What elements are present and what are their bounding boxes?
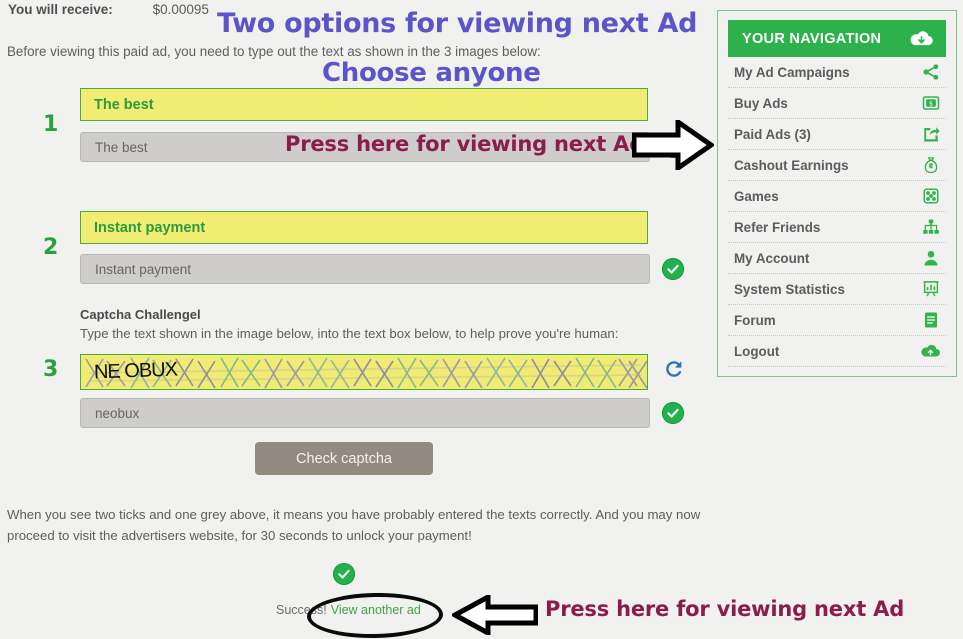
- sidebar-item-my-ad-campaigns[interactable]: My Ad Campaigns: [728, 57, 946, 88]
- sidebar-item-logout[interactable]: Logout: [728, 336, 946, 367]
- sidebar-item-cashout-earnings[interactable]: Cashout Earnings: [728, 150, 946, 181]
- ad-text-image-1: The best: [80, 88, 648, 121]
- sidebar-item-system-statistics[interactable]: System Statistics: [728, 274, 946, 305]
- navigation-panel: YOUR NAVIGATION My Ad Campaigns Buy Ads …: [717, 10, 957, 377]
- navigation-header: YOUR NAVIGATION: [728, 20, 946, 57]
- user-icon: [921, 249, 940, 268]
- share-nodes-icon: [921, 63, 940, 82]
- step-number-3: 3: [43, 357, 59, 382]
- sidebar-item-my-account[interactable]: My Account: [728, 243, 946, 274]
- success-row: Success! View another ad: [276, 603, 421, 617]
- annotation-two-options: Two options for viewing next Ad: [217, 8, 698, 39]
- sidebar-item-label: Forum: [734, 312, 776, 328]
- arrow-right-icon: [632, 120, 714, 170]
- annotation-choose-anyone: Choose anyone: [322, 58, 541, 88]
- document-lines-icon: [921, 311, 940, 330]
- captcha-subtitle: Type the text shown in the image below, …: [80, 326, 619, 341]
- sidebar-item-label: System Statistics: [734, 281, 845, 297]
- annotation-press-here-bottom: Press here for viewing next Ad: [545, 597, 905, 621]
- ad-text-image-2: Instant payment: [80, 211, 648, 244]
- success-label: Success!: [276, 603, 327, 617]
- sidebar-item-refer-friends[interactable]: Refer Friends: [728, 212, 946, 243]
- sidebar-item-label: Buy Ads: [734, 95, 788, 111]
- sidebar-item-games[interactable]: Games: [728, 181, 946, 212]
- view-another-ad-link[interactable]: View another ad: [331, 603, 421, 617]
- step-number-2: 2: [43, 235, 59, 260]
- cloud-upload-icon: [921, 342, 940, 361]
- green-check-icon-success: [333, 563, 355, 585]
- share-arrow-icon: [921, 125, 940, 144]
- sidebar-item-label: Paid Ads (3): [734, 126, 811, 142]
- sidebar-item-label: My Ad Campaigns: [734, 64, 850, 80]
- captcha-input[interactable]: neobux: [80, 398, 650, 428]
- sidebar-item-forum[interactable]: Forum: [728, 305, 946, 336]
- sidebar-item-label: Games: [734, 188, 779, 204]
- sidebar-item-label: Refer Friends: [734, 219, 821, 235]
- bottom-instruction-text: When you see two ticks and one grey abov…: [7, 507, 701, 543]
- intro-text: Before viewing this paid ad, you need to…: [7, 44, 541, 59]
- ad-view-page: You will receive: $0.00095 Before viewin…: [0, 0, 963, 639]
- sidebar-item-label: Logout: [734, 343, 780, 359]
- green-check-icon-2: [662, 258, 684, 280]
- step-number-1: 1: [43, 112, 59, 137]
- sitemap-icon: [921, 218, 940, 237]
- sidebar-item-label: My Account: [734, 250, 810, 266]
- receive-label: You will receive:: [8, 2, 113, 17]
- svg-text:$: $: [929, 100, 933, 107]
- arrow-left-icon: [452, 595, 538, 635]
- sidebar-item-label: Cashout Earnings: [734, 157, 849, 173]
- receive-row: You will receive: $0.00095: [8, 2, 209, 17]
- check-captcha-button[interactable]: Check captcha: [255, 442, 433, 475]
- presentation-chart-icon: [921, 280, 940, 299]
- dice-icon: [921, 187, 940, 206]
- captcha-image: NE OBUX: [80, 354, 648, 390]
- cloud-download-icon: [910, 30, 933, 47]
- refresh-icon[interactable]: [663, 358, 685, 380]
- annotation-press-here-top: Press here for viewing next Ad: [285, 132, 645, 156]
- money-bag-icon: [921, 156, 940, 175]
- captcha-image-text: NE OBUX: [93, 358, 178, 384]
- ad-text-input-2[interactable]: Instant payment: [80, 254, 650, 284]
- captcha-title: Captcha Challengel: [80, 307, 201, 322]
- receive-amount: $0.00095: [152, 2, 209, 17]
- navigation-title: YOUR NAVIGATION: [742, 30, 882, 47]
- sidebar-item-paid-ads[interactable]: Paid Ads (3): [728, 119, 946, 150]
- sidebar-item-buy-ads[interactable]: Buy Ads $: [728, 88, 946, 119]
- money-screen-icon: $: [921, 94, 940, 113]
- green-check-icon-3: [662, 402, 684, 424]
